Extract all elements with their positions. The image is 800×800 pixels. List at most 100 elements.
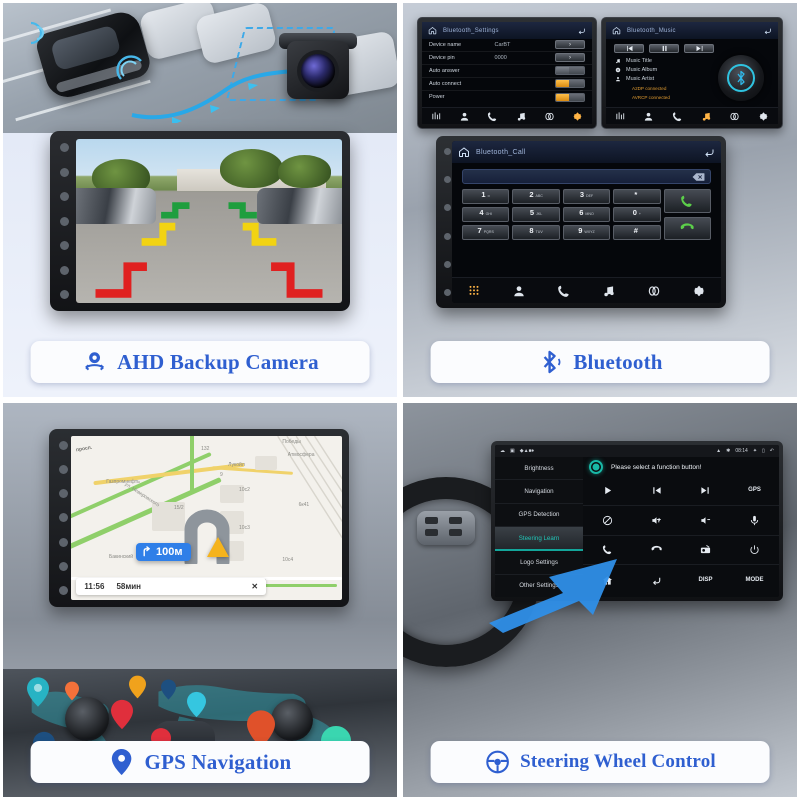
settings-icon[interactable] <box>692 284 706 298</box>
hw-key[interactable] <box>58 465 68 475</box>
dial-key[interactable]: 3 DEF <box>562 189 611 204</box>
auto-answer-toggle[interactable] <box>555 66 585 76</box>
contacts-icon[interactable] <box>512 284 526 298</box>
link-icon[interactable] <box>544 111 555 122</box>
back-icon[interactable] <box>703 146 715 158</box>
phone-number-input[interactable] <box>462 169 711 184</box>
call-history-icon[interactable] <box>557 284 571 298</box>
dial-key[interactable]: # <box>613 225 661 240</box>
hw-key[interactable] <box>443 176 451 184</box>
climate-knob-left[interactable] <box>65 697 109 741</box>
function-play[interactable] <box>583 476 633 506</box>
back-icon[interactable] <box>763 26 772 35</box>
function-disp[interactable]: DISP <box>681 565 730 595</box>
prev-track-icon[interactable] <box>614 44 644 53</box>
current-position-arrow <box>206 537 229 558</box>
function-next[interactable] <box>681 476 730 506</box>
hw-key[interactable] <box>58 513 68 523</box>
bt-setting-row[interactable]: Device pin 0000 › <box>422 52 592 65</box>
hw-key[interactable] <box>59 241 69 250</box>
music-icon[interactable] <box>701 111 712 122</box>
music-icon[interactable] <box>516 111 527 122</box>
hw-key[interactable] <box>58 537 68 547</box>
hw-key[interactable] <box>58 489 68 499</box>
steering-control-pad[interactable] <box>417 511 475 545</box>
contacts-icon[interactable] <box>459 111 470 122</box>
climate-knob-right[interactable] <box>271 699 313 741</box>
back-icon[interactable] <box>577 26 586 35</box>
function-mic[interactable] <box>730 506 779 536</box>
auto-connect-toggle[interactable] <box>555 79 585 89</box>
hw-key[interactable] <box>59 290 69 299</box>
bt-setting-row[interactable]: Auto answer <box>422 65 592 78</box>
pause-icon[interactable] <box>649 44 679 53</box>
key-sub: MNO <box>585 212 594 216</box>
hw-key[interactable] <box>58 441 68 450</box>
sidebar-item-steering-learn[interactable]: Steering Learn <box>495 526 584 552</box>
dial-call-button[interactable] <box>663 189 711 213</box>
equalizer-icon[interactable] <box>615 111 626 122</box>
hw-key[interactable] <box>59 143 69 152</box>
bt-setting-row[interactable]: Power <box>422 91 592 104</box>
hw-key[interactable] <box>443 260 451 268</box>
sidebar-item-gps-detection[interactable]: GPS Detection <box>495 504 584 527</box>
dial-key[interactable]: * <box>613 189 661 204</box>
dial-key[interactable]: 8 TUV <box>512 225 560 240</box>
hw-key[interactable] <box>443 148 451 155</box>
hw-key[interactable] <box>443 204 451 212</box>
dial-key[interactable]: 9 WXYZ <box>562 225 611 240</box>
call-history-icon[interactable] <box>672 111 683 122</box>
hw-key[interactable] <box>59 167 69 177</box>
recents-icon[interactable]: ▯ <box>762 448 765 454</box>
function-gps[interactable]: GPS <box>730 476 779 506</box>
dial-key[interactable]: 0 + <box>613 207 661 222</box>
back-icon[interactable]: ↶ <box>770 448 774 454</box>
function-mute[interactable] <box>583 506 633 536</box>
function-mode[interactable]: MODE <box>730 565 779 595</box>
contacts-icon[interactable] <box>643 111 654 122</box>
dial-key[interactable]: 1 ∞ <box>462 189 510 204</box>
hw-key[interactable] <box>443 232 451 240</box>
dial-key[interactable]: 4 GHI <box>462 207 510 222</box>
hw-key[interactable] <box>59 265 69 275</box>
function-volume-up[interactable] <box>632 506 682 536</box>
sidebar-item-brightness[interactable]: Brightness <box>495 457 584 481</box>
chevron-right-button[interactable]: › <box>555 40 585 50</box>
hw-key[interactable] <box>59 192 69 201</box>
home-icon[interactable] <box>458 146 470 158</box>
call-history-icon[interactable] <box>487 111 498 122</box>
equalizer-icon[interactable] <box>431 111 442 122</box>
settings-icon[interactable] <box>758 111 769 122</box>
function-back[interactable] <box>632 565 681 595</box>
sidebar-item-navigation[interactable]: Navigation <box>495 480 584 504</box>
hw-key[interactable] <box>58 585 68 595</box>
link-icon[interactable] <box>647 284 661 298</box>
dial-key[interactable]: 6 MNO <box>562 207 611 222</box>
function-radio[interactable] <box>681 536 730 566</box>
link-icon[interactable] <box>729 111 740 122</box>
next-track-icon[interactable] <box>684 44 714 53</box>
function-hangup-call[interactable] <box>632 536 682 566</box>
hw-key[interactable] <box>59 216 69 226</box>
bt-setting-row[interactable]: Device name CarBT › <box>422 39 592 52</box>
dialpad-icon[interactable] <box>467 284 481 298</box>
end-call-button[interactable] <box>663 216 711 240</box>
dial-key[interactable]: 2 ABC <box>512 189 560 204</box>
power-toggle[interactable] <box>555 92 585 102</box>
music-icon[interactable] <box>602 284 616 298</box>
dial-key[interactable]: 5 JKL <box>512 207 560 222</box>
function-volume-down[interactable] <box>681 506 730 536</box>
backspace-icon[interactable] <box>692 172 705 181</box>
hw-key[interactable] <box>58 561 68 571</box>
function-prev[interactable] <box>632 476 682 506</box>
chevron-right-button[interactable]: › <box>555 53 585 63</box>
close-icon[interactable]: ✕ <box>251 582 258 591</box>
home-icon[interactable] <box>428 26 437 35</box>
hw-key[interactable] <box>443 288 451 296</box>
dial-key[interactable]: 7 PQRS <box>462 225 510 240</box>
map-view[interactable]: просп. Лукойл Газпромнефть ул. Неверовск… <box>71 436 342 600</box>
settings-icon[interactable] <box>572 111 583 122</box>
home-icon[interactable] <box>612 26 621 35</box>
function-power[interactable] <box>730 536 779 566</box>
bt-setting-row[interactable]: Auto connect <box>422 78 592 91</box>
